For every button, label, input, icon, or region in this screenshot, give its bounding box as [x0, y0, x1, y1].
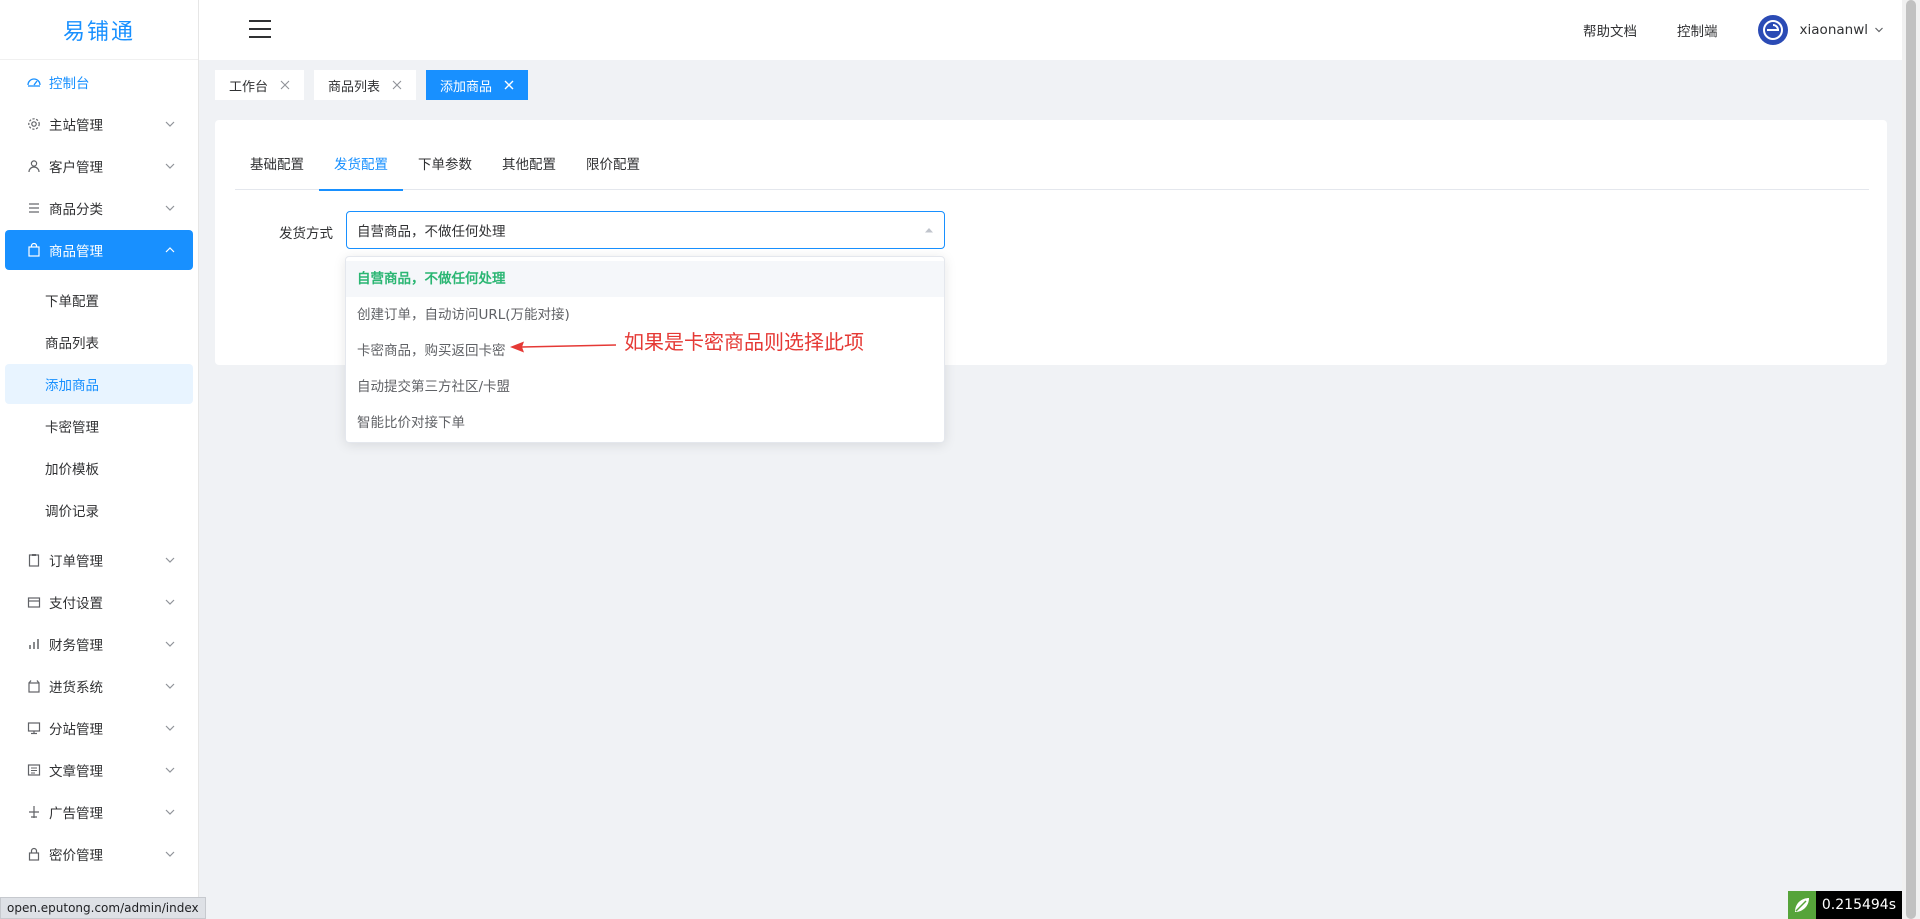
delivery-method-value: 自营商品，不做任何处理	[357, 224, 506, 240]
help-docs-link[interactable]: 帮助文档	[1583, 20, 1637, 40]
chevron-down-icon	[165, 851, 175, 857]
option-third-party-submit[interactable]: 自动提交第三方社区/卡盟	[346, 369, 944, 405]
chevron-down-icon	[165, 599, 175, 605]
sidebar-item-main-site[interactable]: 主站管理	[5, 104, 193, 144]
chevron-down-icon	[165, 725, 175, 731]
sidebar-item-articles[interactable]: 文章管理	[5, 750, 193, 790]
sidebar-item-categories[interactable]: 商品分类	[5, 188, 193, 228]
clipboard-icon	[25, 552, 43, 568]
hamburger-menu-icon[interactable]	[249, 20, 271, 40]
sidebar-item-payment[interactable]: 支付设置	[5, 582, 193, 622]
submenu-item-add-product[interactable]: 添加商品	[5, 364, 193, 404]
chevron-down-icon	[165, 121, 175, 127]
tab-other-config[interactable]: 其他配置	[487, 154, 571, 190]
timer-value: 0.215494s	[1815, 891, 1902, 919]
chevron-down-icon	[165, 767, 175, 773]
header-links: 帮助文档 控制端 xiaonanwl	[1583, 0, 1902, 60]
sidebar-item-orders[interactable]: 订单管理	[5, 540, 193, 580]
sidebar: 易铺通 控制台 主站管理 客户管理 商品分类 商品管理 下单配置 商品列表 添加…	[0, 0, 199, 919]
chevron-down-icon	[165, 163, 175, 169]
delivery-method-label: 发货方式	[279, 226, 333, 242]
caret-up-icon	[925, 228, 933, 233]
wallet-icon	[25, 594, 43, 610]
chevron-down-icon	[1875, 27, 1883, 33]
lock-icon	[25, 846, 43, 862]
sidebar-item-finance[interactable]: 财务管理	[5, 624, 193, 664]
tab-basic-config[interactable]: 基础配置	[235, 154, 319, 190]
sidebar-item-secret-price[interactable]: 密价管理	[5, 834, 193, 874]
option-self-operated[interactable]: 自营商品，不做任何处理	[346, 261, 944, 297]
submenu-item-card-keys[interactable]: 卡密管理	[5, 406, 193, 446]
document-icon	[25, 762, 43, 778]
leaf-logo-icon	[1787, 891, 1816, 919]
annotation-arrow-icon	[510, 341, 617, 353]
option-smart-price-compare[interactable]: 智能比价对接下单	[346, 405, 944, 441]
gear-icon	[25, 116, 43, 132]
bag-icon	[25, 242, 43, 258]
chevron-down-icon	[165, 557, 175, 563]
sidebar-item-customers[interactable]: 客户管理	[5, 146, 193, 186]
tag-add-product[interactable]: 添加商品	[426, 70, 529, 100]
timer-badge: 0.215494s	[1787, 891, 1902, 919]
console-link[interactable]: 控制端	[1677, 20, 1718, 40]
submenu-item-product-list[interactable]: 商品列表	[5, 322, 193, 362]
tag-workbench[interactable]: 工作台	[215, 70, 305, 100]
list-icon	[25, 200, 43, 216]
config-tabs: 基础配置 发货配置 下单参数 其他配置 限价配置	[235, 154, 1869, 191]
tab-order-params[interactable]: 下单参数	[403, 154, 487, 190]
tab-delivery-config[interactable]: 发货配置	[319, 154, 403, 191]
scrollbar-thumb[interactable]	[1906, 0, 1916, 919]
dashboard-icon	[25, 74, 43, 90]
username: xiaonanwl	[1799, 22, 1868, 38]
close-icon[interactable]	[392, 80, 402, 90]
plane-icon	[25, 804, 43, 820]
chevron-down-icon	[165, 205, 175, 211]
close-icon[interactable]	[504, 80, 514, 90]
user-icon	[25, 158, 43, 174]
sidebar-item-ads[interactable]: 广告管理	[5, 792, 193, 832]
tags-bar: 工作台 商品列表 添加商品	[215, 70, 538, 100]
tab-price-limit-config[interactable]: 限价配置	[571, 154, 655, 190]
tag-product-list[interactable]: 商品列表	[314, 70, 417, 100]
top-header: 帮助文档 控制端 xiaonanwl	[199, 0, 1902, 60]
sidebar-item-products[interactable]: 商品管理	[5, 230, 193, 270]
sidebar-item-substations[interactable]: 分站管理	[5, 708, 193, 748]
chevron-up-icon	[165, 247, 175, 253]
avatar	[1757, 15, 1788, 45]
sidebar-item-purchasing[interactable]: 进货系统	[5, 666, 193, 706]
delivery-method-select[interactable]: 自营商品，不做任何处理	[346, 211, 945, 249]
bar-chart-icon	[25, 636, 43, 652]
scrollbar[interactable]	[1902, 0, 1920, 919]
submenu-item-order-config[interactable]: 下单配置	[5, 280, 193, 320]
user-menu[interactable]: xiaonanwl	[1757, 15, 1884, 45]
submenu-item-markup-template[interactable]: 加价模板	[5, 448, 193, 488]
sidebar-menu: 控制台 主站管理 客户管理 商品分类 商品管理 下单配置 商品列表 添加商品 卡…	[0, 62, 198, 874]
submenu-item-price-log[interactable]: 调价记录	[5, 490, 193, 530]
annotation-text: 如果是卡密商品则选择此项	[624, 330, 864, 354]
close-icon[interactable]	[280, 80, 290, 90]
status-url: open.eputong.com/admin/index	[0, 897, 206, 919]
chevron-down-icon	[165, 641, 175, 647]
logo[interactable]: 易铺通	[0, 0, 198, 60]
monitor-icon	[25, 720, 43, 736]
box-icon	[25, 678, 43, 694]
chevron-down-icon	[165, 809, 175, 815]
chevron-down-icon	[165, 683, 175, 689]
products-submenu: 下单配置 商品列表 添加商品 卡密管理 加价模板 调价记录	[5, 272, 193, 538]
sidebar-item-dashboard[interactable]: 控制台	[5, 62, 193, 102]
